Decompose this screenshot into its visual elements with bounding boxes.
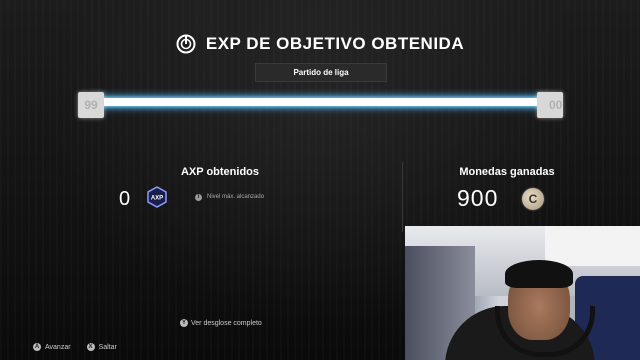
- x-button-icon[interactable]: X: [86, 343, 95, 351]
- axp-badge-icon: AXP: [147, 186, 167, 208]
- section-divider: [402, 162, 403, 232]
- axp-section-label: AXP obtenidos: [180, 166, 260, 178]
- coin-icon-letter: C: [528, 192, 538, 206]
- advance-label[interactable]: Avanzar: [45, 344, 71, 351]
- max-level-info: Nivel máx. alcanzado: [207, 194, 265, 200]
- axp-value: 0: [119, 188, 131, 210]
- view-breakdown-label: Ver desglose completo: [191, 319, 262, 327]
- webcam-overlay: [405, 226, 640, 360]
- skip-label[interactable]: Saltar: [99, 344, 117, 351]
- coins-value: 900: [457, 185, 499, 211]
- info-icon: i: [195, 194, 202, 201]
- y-button-icon: Y: [180, 319, 188, 327]
- view-breakdown-button[interactable]: Y Ver desglose completo: [180, 319, 262, 327]
- level-start-box: 99: [78, 92, 104, 118]
- progress-bar: [95, 98, 550, 106]
- level-end-text: 00: [549, 98, 563, 112]
- coin-icon: C: [522, 188, 544, 210]
- level-end-box: 00: [537, 92, 563, 118]
- objective-target-icon: [176, 34, 196, 54]
- coins-section-label: Monedas ganadas: [459, 166, 555, 178]
- page-title-text: EXP DE OBJETIVO OBTENIDA: [205, 34, 465, 53]
- a-button-icon[interactable]: A: [33, 343, 41, 351]
- page-title: EXP DE OBJETIVO OBTENIDA: [0, 34, 640, 54]
- footer-controls: A Avanzar X Saltar: [33, 343, 117, 351]
- axp-badge-text: AXP: [151, 196, 163, 202]
- match-type-label: Partido de liga: [255, 63, 387, 82]
